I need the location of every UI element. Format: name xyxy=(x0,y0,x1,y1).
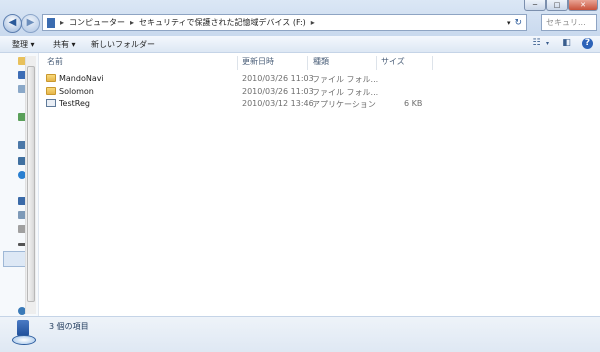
column-header-size[interactable]: サイズ xyxy=(381,56,405,67)
file-size: 6 KB xyxy=(404,99,423,108)
item-count: 3 個の項目 xyxy=(49,322,89,331)
file-row[interactable]: MandoNavi 2010/03/26 11:03 ファイル フォル... xyxy=(44,73,434,85)
breadcrumb-drive[interactable]: セキュリティで保護された記憶域デバイス (F:) xyxy=(139,17,306,28)
help-icon[interactable]: ? xyxy=(582,38,593,49)
column-divider[interactable] xyxy=(307,56,308,70)
chevron-down-icon[interactable]: ▾ xyxy=(542,38,553,49)
column-header-name[interactable]: 名前 xyxy=(47,56,63,67)
navigation-scrollbar[interactable] xyxy=(25,56,36,314)
file-row[interactable]: TestReg 2010/03/12 13:46 アプリケーション 6 KB xyxy=(44,98,434,110)
organize-button[interactable]: 整理 ▾ xyxy=(12,39,35,50)
back-button[interactable]: ◀ xyxy=(3,14,22,33)
file-type: ファイル フォル... xyxy=(312,75,379,84)
breadcrumb-separator: ▸ xyxy=(60,18,65,27)
column-divider[interactable] xyxy=(376,56,377,70)
status-bar: 3 個の項目 xyxy=(0,316,600,352)
forward-arrow-icon: ▶ xyxy=(26,17,35,28)
drive-icon xyxy=(47,17,55,28)
file-modified: 2010/03/26 11:03 xyxy=(242,87,314,96)
close-button[interactable]: ✕ xyxy=(568,0,598,11)
share-button[interactable]: 共有 ▾ xyxy=(53,39,76,50)
selected-drive-item[interactable] xyxy=(3,251,27,267)
file-name: Solomon xyxy=(59,87,94,96)
folder-icon xyxy=(46,74,56,82)
drive-icon xyxy=(12,320,38,348)
column-header-type[interactable]: 種類 xyxy=(313,56,329,67)
column-divider[interactable] xyxy=(432,56,433,70)
forward-button[interactable]: ▶ xyxy=(21,14,40,33)
file-type: ファイル フォル... xyxy=(312,88,379,97)
breadcrumb-separator: ▸ xyxy=(130,18,135,27)
maximize-button[interactable]: □ xyxy=(546,0,568,11)
minimize-button[interactable]: ─ xyxy=(524,0,546,11)
file-name: TestReg xyxy=(59,99,90,108)
back-arrow-icon: ◀ xyxy=(8,17,17,28)
view-options-icon[interactable]: ☷ xyxy=(531,38,542,49)
file-name: MandoNavi xyxy=(59,74,104,83)
file-type: アプリケーション xyxy=(312,100,376,109)
address-bar[interactable]: ▸ コンピューター ▸ セキュリティで保護された記憶域デバイス (F:) ▸ ▾… xyxy=(42,14,527,31)
application-icon xyxy=(46,99,56,107)
refresh-icon[interactable]: ↻ xyxy=(514,18,522,28)
column-divider[interactable] xyxy=(237,56,238,70)
preview-pane-icon[interactable]: ◧ xyxy=(561,38,572,49)
file-modified: 2010/03/12 13:46 xyxy=(242,99,314,108)
title-bar: ─ □ ✕ ◀ ▶ ▸ コンピューター ▸ セキュリティで保護された記憶域デバイ… xyxy=(0,0,600,36)
scrollbar-thumb[interactable] xyxy=(27,66,35,302)
command-bar: 整理 ▾ 共有 ▾ 新しいフォルダー ☷ ▾ ◧ ? xyxy=(0,36,600,53)
file-modified: 2010/03/26 11:03 xyxy=(242,74,314,83)
new-folder-button[interactable]: 新しいフォルダー xyxy=(91,39,155,50)
file-row[interactable]: Solomon 2010/03/26 11:03 ファイル フォル... xyxy=(44,86,434,98)
breadcrumb-computer[interactable]: コンピューター xyxy=(69,17,125,28)
chevron-down-icon[interactable]: ▾ xyxy=(507,19,511,27)
folder-icon xyxy=(46,87,56,95)
breadcrumb-separator: ▸ xyxy=(310,18,315,27)
search-input[interactable]: セキュリ... xyxy=(541,14,597,31)
column-header-modified[interactable]: 更新日時 xyxy=(242,56,274,67)
